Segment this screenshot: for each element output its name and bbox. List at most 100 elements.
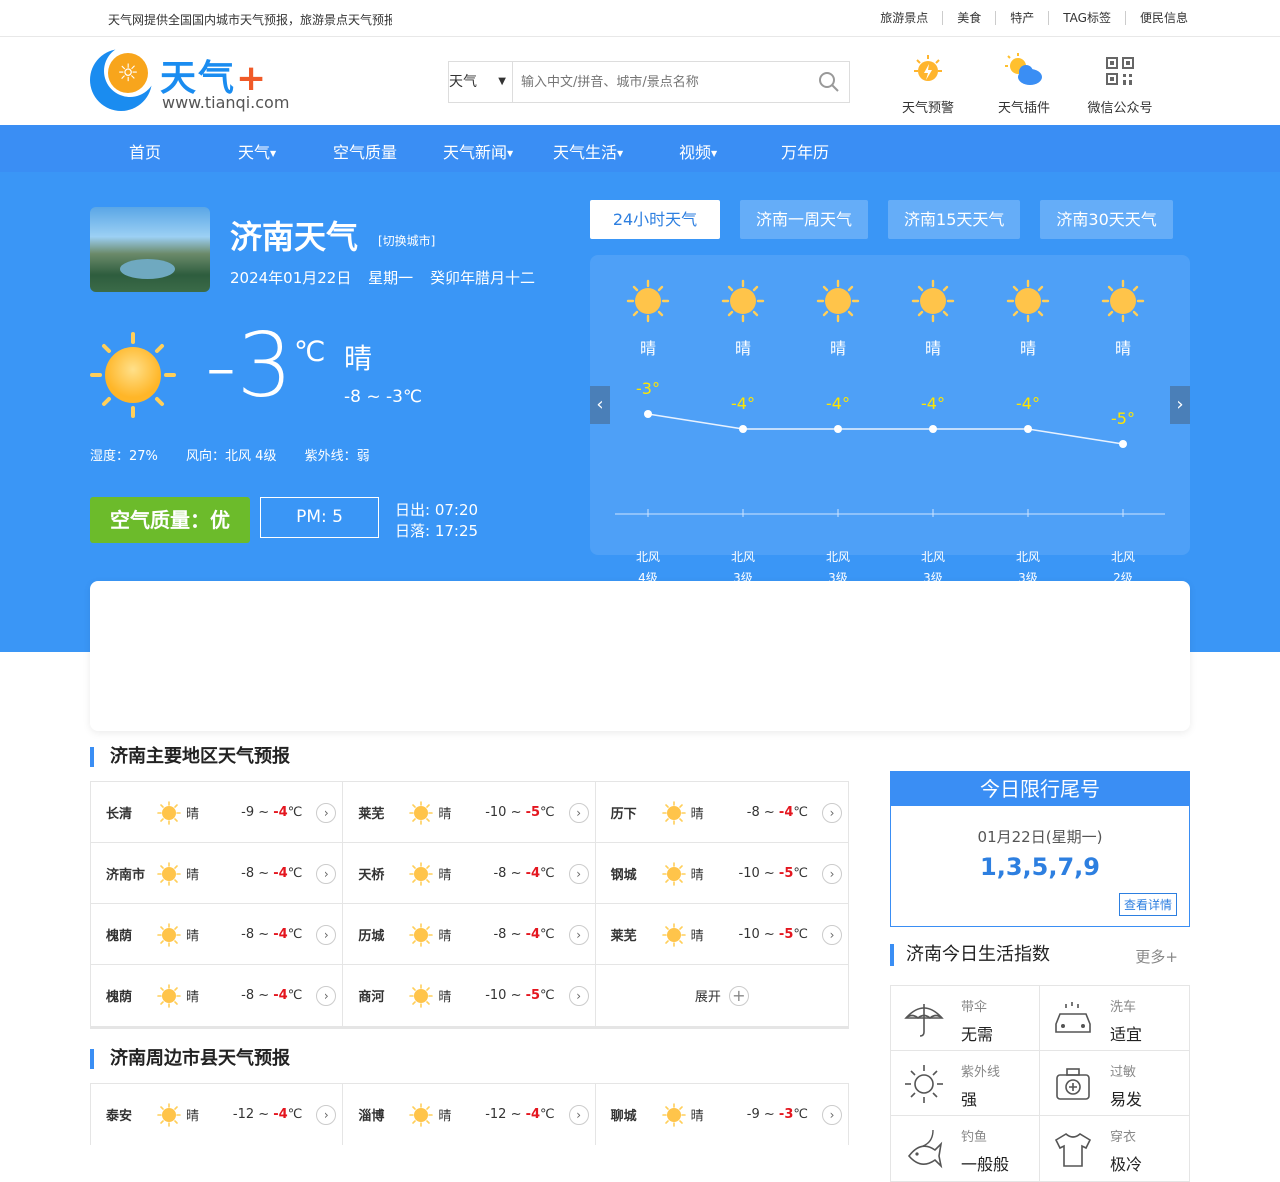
- life-item-umbrella[interactable]: 带伞 无需: [891, 986, 1040, 1051]
- search-button[interactable]: [809, 62, 849, 102]
- traffic-limit-more-button[interactable]: 查看详情: [1118, 893, 1177, 916]
- chevron-right-icon[interactable]: ›: [316, 1104, 337, 1125]
- nav-life[interactable]: 天气生活▼: [553, 139, 623, 163]
- chevron-right-icon[interactable]: ›: [568, 924, 589, 945]
- nav-news[interactable]: 天气新闻▼: [443, 139, 513, 163]
- chevron-right-icon[interactable]: ›: [821, 1104, 842, 1125]
- top-link-services[interactable]: 便民信息: [1126, 11, 1188, 25]
- current-date: 2024年01月22日: [230, 269, 352, 287]
- tab-week[interactable]: 济南一周天气: [740, 200, 869, 239]
- region-name: 淄博: [358, 1109, 385, 1124]
- tab-24h[interactable]: 24小时天气: [590, 200, 720, 239]
- region-cell[interactable]: 莱芜 晴 -10 ~ -5℃ ›: [596, 904, 848, 965]
- region-temp-unit: ℃: [793, 805, 808, 820]
- humidity: 湿度：27%: [90, 449, 158, 464]
- region-cell[interactable]: 钢城 晴 -10 ~ -5℃ ›: [596, 843, 848, 904]
- region-temp-unit: ℃: [540, 927, 555, 942]
- chevron-right-icon[interactable]: ›: [316, 863, 337, 884]
- air-quality-badge[interactable]: 空气质量：优: [90, 497, 250, 543]
- nav-air-quality[interactable]: 空气质量: [333, 139, 397, 163]
- search-type-select[interactable]: 天气 ▼: [449, 62, 513, 102]
- region-cell[interactable]: 历城 晴 -8 ~ -4℃ ›: [343, 904, 596, 965]
- life-item-allergy[interactable]: 过敏 易发: [1040, 1051, 1189, 1116]
- life-item-name: 带伞: [961, 1000, 988, 1015]
- main-regions-title: 济南主要地区天气预报: [90, 747, 290, 767]
- qrcode-icon: [1106, 57, 1134, 85]
- nav-calendar[interactable]: 万年历: [781, 139, 829, 163]
- tab-30days[interactable]: 济南30天天气: [1040, 200, 1173, 239]
- region-temp-low: -9 ~: [241, 805, 274, 820]
- chevron-right-icon[interactable]: ›: [821, 863, 842, 884]
- region-cell[interactable]: 历下 晴 -8 ~ -4℃ ›: [596, 782, 848, 843]
- current-weekday: 星期一: [368, 269, 414, 287]
- nav-home[interactable]: 首页: [129, 139, 161, 163]
- top-link-travel[interactable]: 旅游景点: [880, 11, 944, 25]
- wechat-link[interactable]: 微信公众号: [1072, 51, 1168, 116]
- region-temp-unit: ℃: [540, 805, 555, 820]
- region-cell[interactable]: 淄博 晴 -12 ~ -4℃ ›: [343, 1084, 596, 1145]
- weather-warning-link[interactable]: 天气预警: [880, 51, 976, 116]
- top-link-tag[interactable]: TAG标签: [1049, 11, 1126, 25]
- caret-down-icon: ▼: [507, 149, 514, 158]
- chevron-right-icon[interactable]: ›: [568, 985, 589, 1006]
- life-index-grid: 带伞 无需 洗车 适宜 紫外线 强 过敏 易发 钓鱼 一般般 穿衣 极冷: [890, 985, 1190, 1182]
- region-cell[interactable]: 槐荫 晴 -8 ~ -4℃ ›: [91, 904, 344, 965]
- life-item-clothing[interactable]: 穿衣 极冷: [1040, 1116, 1189, 1181]
- region-cell[interactable]: 槐荫 晴 -8 ~ -4℃ ›: [91, 965, 344, 1026]
- weather-plugin-link[interactable]: 天气插件: [976, 51, 1072, 116]
- region-cell[interactable]: 泰安 晴 -12 ~ -4℃ ›: [91, 1084, 344, 1145]
- region-cell[interactable]: 商河 晴 -10 ~ -5℃ ›: [343, 965, 596, 1026]
- life-item-value: 强: [961, 1090, 978, 1109]
- life-item-fishing[interactable]: 钓鱼 一般般: [891, 1116, 1040, 1181]
- shirt-icon: [1054, 1133, 1092, 1167]
- sunny-icon: [157, 923, 181, 947]
- uv-sun-icon: [905, 1065, 943, 1103]
- sunny-icon: [661, 862, 686, 886]
- region-temp-unit: ℃: [540, 866, 555, 881]
- region-temp-high: -3: [778, 1107, 794, 1122]
- sunny-icon: [409, 801, 434, 825]
- region-cell[interactable]: 济南市 晴 -8 ~ -4℃ ›: [91, 843, 344, 904]
- tab-15days[interactable]: 济南15天天气: [888, 200, 1021, 239]
- region-temp-high: -5: [778, 927, 794, 942]
- region-temp-unit: ℃: [793, 927, 808, 942]
- chevron-right-icon[interactable]: ›: [821, 924, 842, 945]
- chevron-right-icon[interactable]: ›: [568, 802, 589, 823]
- chevron-right-icon[interactable]: ›: [568, 863, 589, 884]
- chevron-right-icon[interactable]: ›: [316, 802, 337, 823]
- region-cell[interactable]: 聊城 晴 -9 ~ -3℃ ›: [596, 1084, 848, 1145]
- region-cell[interactable]: 莱芜 晴 -10 ~ -5℃ ›: [343, 782, 596, 843]
- region-name: 莱芜: [358, 807, 385, 822]
- life-index-more-link[interactable]: 更多+: [1135, 946, 1178, 967]
- hourly-temp-label: -4°: [1016, 394, 1040, 413]
- region-cell[interactable]: 天桥 晴 -8 ~ -4℃ ›: [343, 843, 596, 904]
- switch-city-link[interactable]: [切换城市]: [378, 232, 435, 249]
- top-link-specialty[interactable]: 特产: [996, 11, 1050, 25]
- chevron-right-icon[interactable]: ›: [316, 985, 337, 1006]
- pm-badge: PM: 5: [260, 497, 379, 538]
- chevron-right-icon[interactable]: ›: [568, 1104, 589, 1125]
- life-item-name: 过敏: [1110, 1065, 1137, 1080]
- region-temp: -9 ~ -3℃: [747, 1107, 808, 1122]
- expand-button[interactable]: 展开 +: [596, 965, 848, 1026]
- top-links: 旅游景点 美食 特产 TAG标签 便民信息: [880, 11, 1188, 25]
- region-temp: -8 ~ -4℃: [241, 927, 302, 942]
- search-input[interactable]: [513, 62, 809, 102]
- region-temp: -10 ~ -5℃: [739, 927, 808, 942]
- life-item-uv[interactable]: 紫外线 强: [891, 1051, 1040, 1116]
- site-logo[interactable]: ☼ 天气+ www.tianqi.com: [90, 45, 290, 113]
- hourly-temp-label: -5°: [1111, 409, 1135, 428]
- nav-video[interactable]: 视频▼: [679, 139, 717, 163]
- caret-down-icon: ▼: [617, 149, 624, 158]
- chevron-right-icon[interactable]: ›: [821, 802, 842, 823]
- region-cell[interactable]: 长清 晴 -9 ~ -4℃ ›: [91, 782, 344, 843]
- life-item-carwash[interactable]: 洗车 适宜: [1040, 986, 1189, 1051]
- nav-weather[interactable]: 天气▼: [238, 139, 276, 163]
- life-item-name: 洗车: [1110, 1000, 1137, 1015]
- temp-range: -8 ~ -3℃: [344, 387, 423, 407]
- region-condition: 晴: [186, 990, 200, 1005]
- region-temp: -8 ~ -4℃: [493, 866, 554, 881]
- region-name: 历城: [358, 929, 385, 944]
- top-link-food[interactable]: 美食: [943, 11, 997, 25]
- chevron-right-icon[interactable]: ›: [316, 924, 337, 945]
